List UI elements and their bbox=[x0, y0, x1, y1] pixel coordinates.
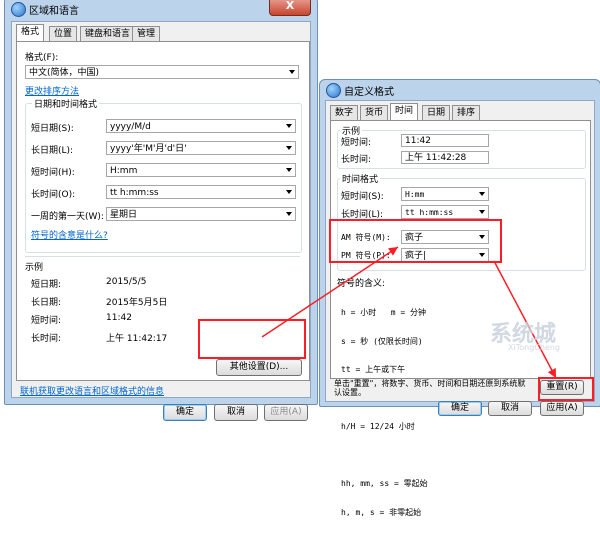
left-ok-button[interactable]: 确定 bbox=[163, 404, 207, 421]
arrow-to-am-pm bbox=[261, 246, 399, 338]
tab-time[interactable]: 时间 bbox=[390, 103, 419, 120]
meaning-line: hh, mm, ss = 零起始 bbox=[341, 479, 428, 488]
meaning-line: h, m, s = 非零起始 bbox=[341, 507, 422, 517]
tab-format[interactable]: 格式 bbox=[16, 24, 45, 41]
left-apply-button: 应用(A) bbox=[264, 404, 308, 421]
meaning-line bbox=[341, 451, 428, 461]
watermark-sub: XiTongCheng bbox=[508, 343, 560, 352]
left-cancel-button[interactable]: 取消 bbox=[214, 404, 258, 421]
meaning-line: h/H = 12/24 小时 bbox=[341, 422, 415, 431]
